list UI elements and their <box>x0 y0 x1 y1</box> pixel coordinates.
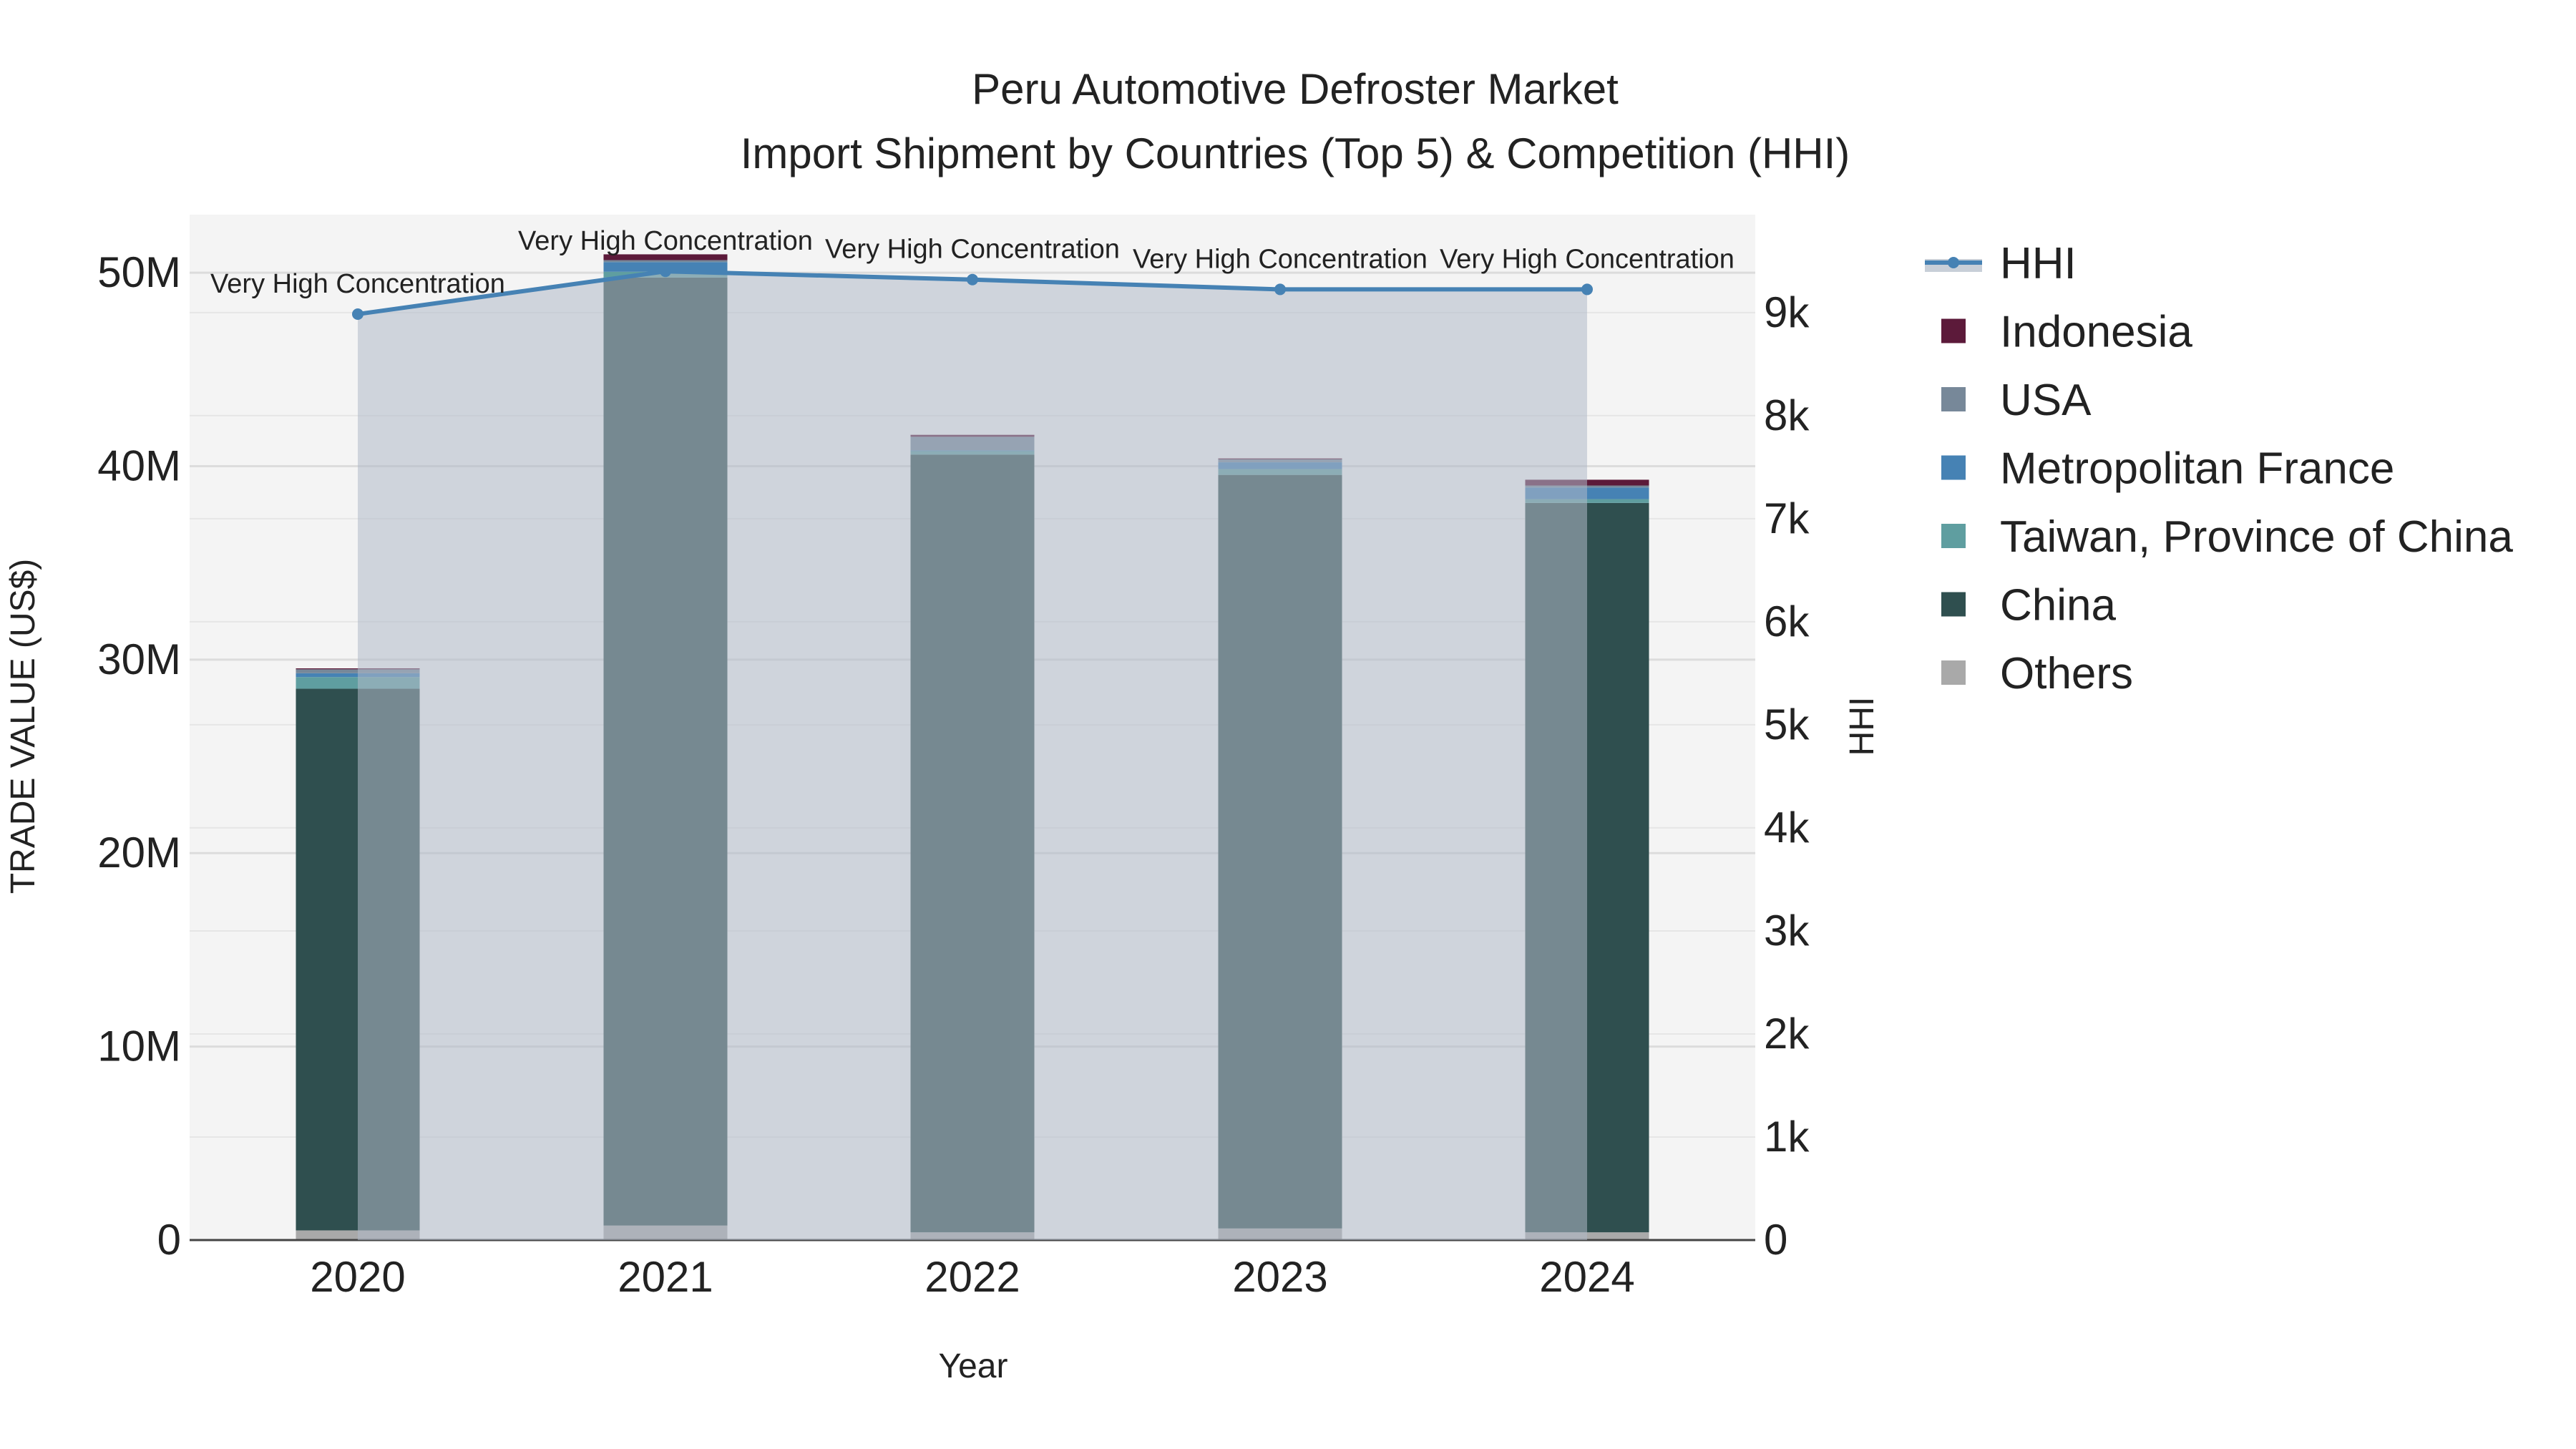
y2-tick-label: 5k <box>1764 701 1810 748</box>
x-tick-label: 2020 <box>310 1253 405 1301</box>
y-tick-label: 30M <box>97 635 181 683</box>
legend-label-china: China <box>2000 581 2117 630</box>
y2-tick-label: 9k <box>1764 288 1810 336</box>
legend-swatch-others <box>1941 660 1966 685</box>
chart-subtitle: Import Shipment by Countries (Top 5) & C… <box>741 130 1850 177</box>
y-tick-label: 50M <box>97 248 181 296</box>
x-axis-title: Year <box>939 1347 1008 1385</box>
hhi-label: Very High Concentration <box>210 269 505 299</box>
hhi-label: Very High Concentration <box>1440 244 1735 274</box>
x-tick-label: 2023 <box>1232 1253 1327 1301</box>
y-tick-label: 20M <box>97 829 181 877</box>
legend-label-indonesia: Indonesia <box>2000 308 2192 357</box>
x-tick-label: 2024 <box>1539 1253 1634 1301</box>
y2-tick-label: 4k <box>1764 804 1810 852</box>
y2-tick-label: 1k <box>1764 1113 1810 1161</box>
legend-label-hhi: HHI <box>2000 239 2077 288</box>
hhi-area <box>358 271 1587 1240</box>
y2-tick-label: 2k <box>1764 1010 1810 1058</box>
legend-label-metropolitan-france: Metropolitan France <box>2000 444 2394 494</box>
legend-swatch-metropolitan-france <box>1941 455 1966 480</box>
y-axis-title: TRADE VALUE (US$) <box>4 559 42 894</box>
y2-tick-label: 7k <box>1764 494 1810 542</box>
y2-tick-label: 0 <box>1764 1216 1787 1264</box>
y2-axis-title: HHI <box>1843 697 1881 756</box>
chart: Peru Automotive Defroster Market Import … <box>4 65 2513 1385</box>
hhi-point-2022 <box>967 273 978 286</box>
legend-swatch-taiwan-province-of-china <box>1941 524 1966 548</box>
legend-swatch-usa <box>1941 387 1966 411</box>
legend-swatch-indonesia <box>1941 318 1966 343</box>
bar-usa-2021 <box>603 260 728 263</box>
y-tick-label: 40M <box>97 441 181 489</box>
hhi-point-2021 <box>660 265 671 278</box>
legend-label-taiwan-province-of-china: Taiwan, Province of China <box>2000 512 2513 562</box>
chart-title: Peru Automotive Defroster Market <box>972 65 1619 113</box>
hhi-label: Very High Concentration <box>518 226 813 256</box>
y2-tick-label: 8k <box>1764 391 1810 439</box>
y-tick-label: 0 <box>157 1216 181 1264</box>
hhi-label: Very High Concentration <box>1133 244 1428 274</box>
legend-label-others: Others <box>2000 649 2133 698</box>
legend-label-usa: USA <box>2000 376 2092 425</box>
hhi-point-2023 <box>1274 283 1286 296</box>
x-tick-label: 2022 <box>924 1253 1020 1301</box>
x-tick-label: 2021 <box>618 1253 713 1301</box>
y2-tick-label: 6k <box>1764 597 1810 645</box>
y2-tick-label: 3k <box>1764 907 1810 955</box>
legend-hhi-marker <box>1948 257 1959 268</box>
y-tick-label: 10M <box>97 1023 181 1070</box>
hhi-point-2024 <box>1581 283 1593 296</box>
hhi-point-2020 <box>352 308 364 320</box>
legend-swatch-china <box>1941 592 1966 617</box>
hhi-label: Very High Concentration <box>825 235 1120 265</box>
